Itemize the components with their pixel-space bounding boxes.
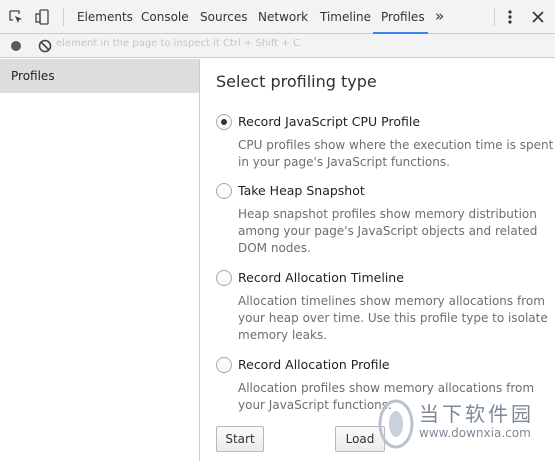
tab-console[interactable]: Console bbox=[141, 0, 189, 34]
profiles-sidebar: Profiles bbox=[0, 59, 200, 461]
watermark: 当下软件园 www.downxia.com bbox=[375, 395, 555, 461]
radio-allocation-profile[interactable] bbox=[216, 357, 232, 373]
tab-sources[interactable]: Sources bbox=[200, 0, 247, 34]
toolbar-divider bbox=[63, 8, 64, 26]
radio-heap-snapshot[interactable] bbox=[216, 183, 232, 199]
device-mode-icon[interactable] bbox=[31, 6, 53, 28]
close-icon[interactable] bbox=[527, 6, 549, 28]
profiles-toolbar: element in the page to inspect it Ctrl +… bbox=[0, 34, 555, 58]
watermark-logo-icon bbox=[378, 399, 414, 449]
option-description: Allocation timelines show memory allocat… bbox=[238, 294, 548, 342]
tab-elements[interactable]: Elements bbox=[77, 0, 133, 34]
option-description: CPU profiles show where the execution ti… bbox=[238, 138, 554, 169]
inspect-tooltip: element in the page to inspect it Ctrl +… bbox=[56, 38, 300, 49]
option-label[interactable]: Record Allocation Profile bbox=[238, 357, 390, 373]
inspect-element-icon[interactable] bbox=[5, 6, 27, 28]
record-icon[interactable] bbox=[5, 35, 27, 57]
toolbar-divider bbox=[494, 8, 495, 26]
tab-profiles[interactable]: Profiles bbox=[373, 0, 428, 34]
page-title: Select profiling type bbox=[216, 72, 377, 91]
tab-network[interactable]: Network bbox=[258, 0, 308, 34]
option-label[interactable]: Record JavaScript CPU Profile bbox=[238, 114, 420, 130]
customize-menu-icon[interactable] bbox=[499, 6, 521, 28]
devtools-tab-bar: Elements Console Sources Network Timelin… bbox=[0, 0, 555, 34]
option-description: Heap snapshot profiles show memory distr… bbox=[238, 207, 538, 255]
more-tabs-button[interactable]: » bbox=[435, 0, 444, 34]
option-label[interactable]: Record Allocation Timeline bbox=[238, 270, 404, 286]
watermark-text: 当下软件园 bbox=[419, 402, 534, 426]
clear-all-icon[interactable] bbox=[34, 35, 56, 57]
start-button[interactable]: Start bbox=[216, 426, 264, 452]
watermark-url: www.downxia.com bbox=[419, 426, 531, 440]
tab-timeline[interactable]: Timeline bbox=[320, 0, 371, 34]
sidebar-item-profiles[interactable]: Profiles bbox=[0, 59, 199, 93]
radio-cpu-profile[interactable] bbox=[216, 114, 232, 130]
option-label[interactable]: Take Heap Snapshot bbox=[238, 183, 365, 199]
radio-allocation-timeline[interactable] bbox=[216, 270, 232, 286]
